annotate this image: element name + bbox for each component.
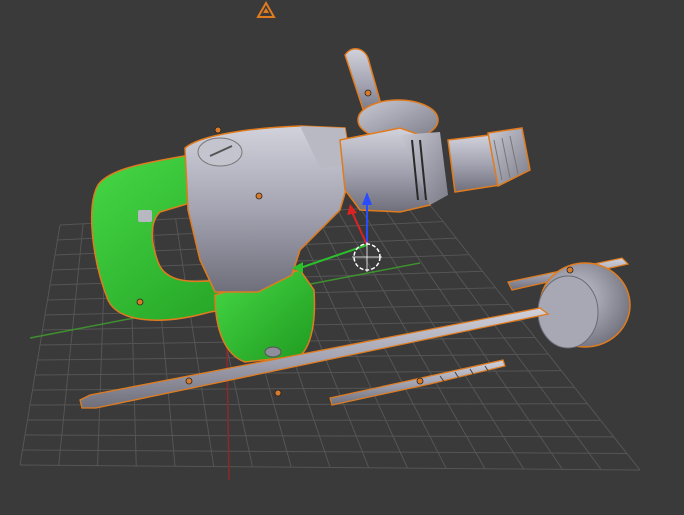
rotary-hammer-body[interactable]: [184, 48, 531, 293]
3d-viewport[interactable]: [0, 0, 684, 515]
grid-line: [19, 464, 641, 471]
3d-cursor-icon[interactable]: [352, 242, 382, 272]
camera-icon[interactable]: [256, 0, 276, 18]
